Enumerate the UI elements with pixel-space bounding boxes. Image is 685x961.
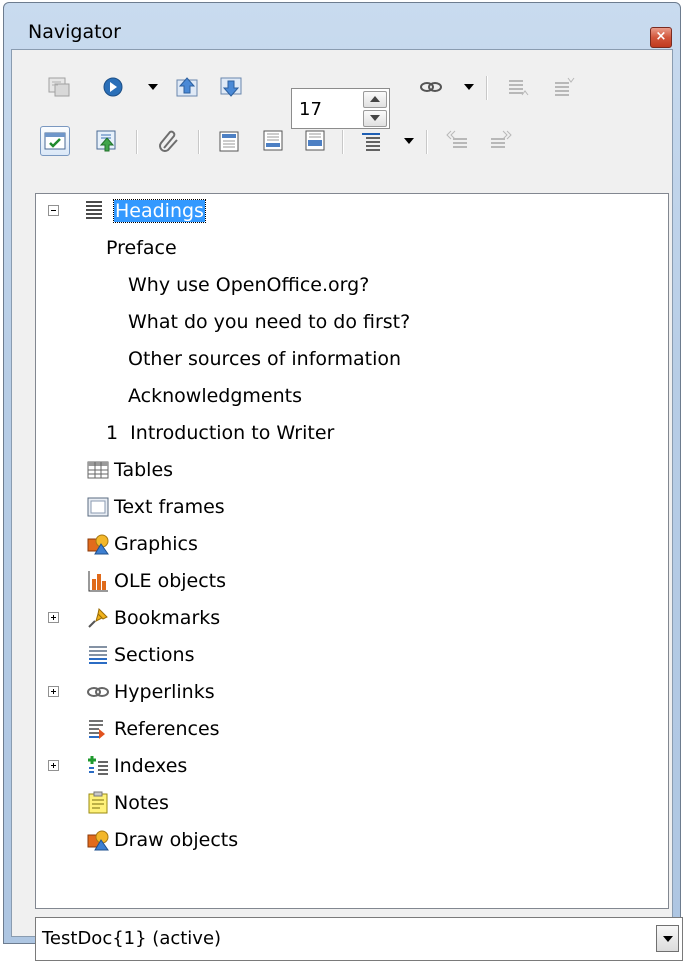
ole-chart-icon	[88, 571, 108, 592]
demote-level-icon[interactable]	[548, 72, 578, 102]
next-icon[interactable]	[216, 72, 246, 102]
toolbar-separator	[486, 76, 488, 100]
chapter-up-icon[interactable]	[442, 126, 472, 156]
page-number-value[interactable]: 17	[299, 99, 322, 120]
collapse-toggle[interactable]	[48, 205, 59, 216]
toolbar-row-1: 17	[12, 66, 672, 129]
tree-item-ole-objects[interactable]: OLE objects	[36, 564, 668, 601]
draw-objects-icon	[87, 830, 109, 851]
tree-item-label[interactable]: OLE objects	[114, 570, 226, 592]
content-view-icon[interactable]	[92, 126, 122, 156]
heading-levels-dropdown-arrow[interactable]	[404, 138, 414, 144]
tree-item-tables[interactable]: Tables	[36, 453, 668, 490]
graphics-icon	[87, 534, 109, 555]
tree-item-label[interactable]: Notes	[114, 792, 169, 814]
chapter-down-icon[interactable]	[486, 126, 516, 156]
tree-item-label[interactable]: What do you need to do first?	[128, 311, 410, 333]
tree-item-label[interactable]: References	[114, 718, 220, 740]
navigator-panel: 17 Headings Preface Why use OpenOffice.o…	[11, 49, 683, 961]
page-up-arrow[interactable]	[363, 91, 387, 108]
tree-item-label[interactable]: Text frames	[114, 496, 225, 518]
tree-item-text-frames[interactable]: Text frames	[36, 490, 668, 527]
text-frame-icon	[87, 497, 109, 517]
tree-item-heading[interactable]: What do you need to do first?	[36, 305, 668, 342]
footer-icon[interactable]	[258, 126, 288, 156]
hyperlink-icon	[87, 687, 109, 697]
notes-icon	[88, 791, 108, 814]
expand-toggle[interactable]	[48, 686, 59, 697]
toolbar-separator	[198, 130, 200, 154]
close-button[interactable]: ×	[650, 27, 672, 48]
toolbar-separator	[342, 130, 344, 154]
tree-item-label[interactable]: Sections	[114, 644, 195, 666]
document-select[interactable]: TestDoc{1} (active)	[35, 917, 683, 961]
tree-item-headings[interactable]: Headings	[36, 194, 668, 231]
navigation-dropdown-arrow[interactable]	[148, 84, 158, 90]
chevron-down-icon[interactable]	[656, 925, 679, 952]
tree-item-label[interactable]: 1 Introduction to Writer	[106, 422, 334, 444]
previous-icon[interactable]	[172, 72, 202, 102]
bookmark-pin-icon	[88, 607, 108, 628]
drag-mode-dropdown-arrow[interactable]	[464, 84, 474, 90]
tree-item-references[interactable]: References	[36, 712, 668, 749]
promote-level-icon[interactable]	[502, 72, 532, 102]
toolbar-separator	[426, 130, 428, 154]
sections-icon	[89, 646, 107, 664]
list-box-toggle-icon[interactable]	[40, 126, 70, 156]
tree-item-draw-objects[interactable]: Draw objects	[36, 823, 668, 860]
tree-item-label[interactable]: Preface	[106, 237, 177, 259]
tree-item-label[interactable]: Hyperlinks	[114, 681, 215, 703]
tree-item-sections[interactable]: Sections	[36, 638, 668, 675]
tree-item-heading[interactable]: Acknowledgments	[36, 379, 668, 416]
table-icon	[87, 461, 109, 479]
references-icon	[89, 720, 105, 739]
headings-icon	[86, 201, 102, 219]
toolbar-separator	[136, 130, 138, 154]
tree-item-label[interactable]: Acknowledgments	[128, 385, 302, 407]
tree-item-heading[interactable]: Why use OpenOffice.org?	[36, 268, 668, 305]
drag-mode-icon[interactable]	[416, 72, 446, 102]
tree-item-notes[interactable]: Notes	[36, 786, 668, 823]
toggle-icon[interactable]	[44, 72, 74, 102]
window-title: Navigator	[28, 21, 121, 43]
tree-item-label[interactable]: Draw objects	[114, 829, 238, 851]
indexes-icon	[88, 756, 108, 775]
tree-item-bookmarks[interactable]: Bookmarks	[36, 601, 668, 638]
header-icon[interactable]	[214, 126, 244, 156]
tree-item-label[interactable]: Bookmarks	[114, 607, 220, 629]
insert-attachment-icon[interactable]	[154, 126, 184, 156]
expand-toggle[interactable]	[48, 760, 59, 771]
tree-item-label[interactable]: Indexes	[114, 755, 187, 777]
tree-item-label[interactable]: Tables	[114, 459, 173, 481]
tree-item-graphics[interactable]: Graphics	[36, 527, 668, 564]
navigator-window: Navigator × 17 Headings Preface Why use …	[3, 2, 683, 961]
toolbar-row-2	[12, 120, 672, 164]
tree-item-label[interactable]: Other sources of information	[128, 348, 401, 370]
tree-item-label[interactable]: Graphics	[114, 533, 198, 555]
title-bar[interactable]: Navigator ×	[4, 3, 680, 49]
tree-item-label[interactable]: Why use OpenOffice.org?	[128, 274, 369, 296]
anchor-text-icon[interactable]	[300, 126, 330, 156]
tree-item-label[interactable]: Headings	[113, 199, 206, 223]
tree-item-hyperlinks[interactable]: Hyperlinks	[36, 675, 668, 712]
tree-item-heading[interactable]: Preface	[36, 231, 668, 268]
tree-item-indexes[interactable]: Indexes	[36, 749, 668, 786]
navigation-icon[interactable]	[98, 72, 128, 102]
content-tree: Headings Preface Why use OpenOffice.org?…	[35, 193, 669, 909]
heading-levels-icon[interactable]	[356, 126, 386, 156]
tree-item-heading[interactable]: Other sources of information	[36, 342, 668, 379]
tree-item-heading[interactable]: 1 Introduction to Writer	[36, 416, 668, 453]
expand-toggle[interactable]	[48, 612, 59, 623]
